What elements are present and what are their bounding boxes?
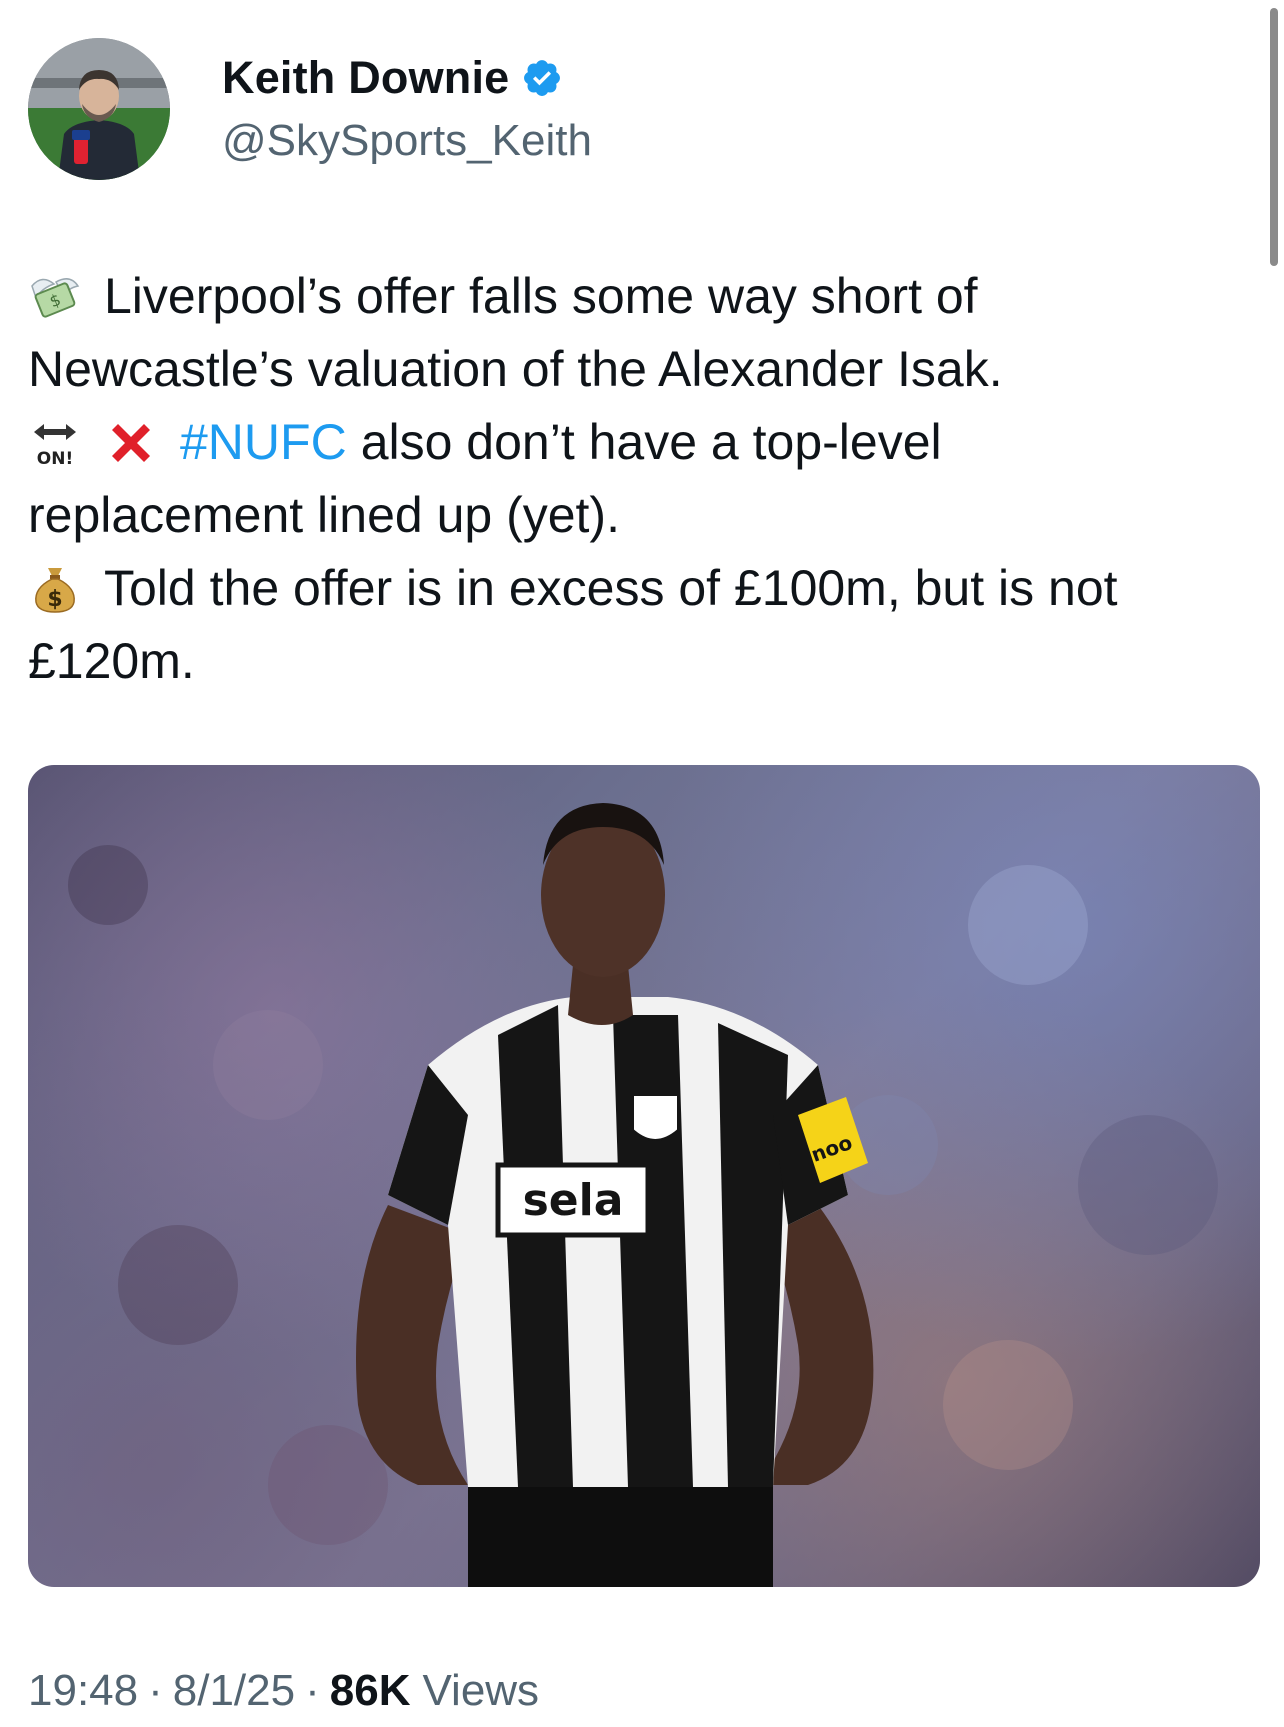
tweet-line: $ Told the offer is in excess of £100m, … — [28, 552, 1248, 625]
tweet-text: $ Liverpool’s offer falls some way short… — [28, 260, 1248, 698]
tweet-line: replacement lined up (yet). — [28, 487, 620, 543]
tweet-header: Keith Downie @SkySports_Keith — [28, 38, 592, 180]
money-bag-icon: $ — [28, 562, 82, 616]
hashtag-link[interactable]: #NUFC — [180, 406, 347, 479]
views-count[interactable]: 86K — [330, 1666, 411, 1716]
scrollbar[interactable] — [1270, 8, 1278, 266]
verified-badge-icon — [521, 57, 563, 99]
money-with-wings-icon: $ — [28, 270, 82, 324]
svg-text:$: $ — [47, 587, 62, 612]
meta-separator: · — [305, 1666, 320, 1715]
cross-mark-icon — [104, 416, 158, 470]
tweet-time[interactable]: 19:48 — [28, 1666, 138, 1716]
tweet-line: $ Liverpool’s offer falls some way short… — [28, 260, 1248, 333]
meta-separator: · — [148, 1666, 163, 1715]
tweet-meta: 19:48 · 8/1/25 · 86K Views — [28, 1666, 539, 1716]
tweet-line: Newcastle’s valuation of the Alexander I… — [28, 341, 1003, 397]
tweet-photo[interactable]: noo sela — [28, 765, 1260, 1587]
avatar[interactable] — [28, 38, 170, 180]
display-name[interactable]: Keith Downie — [222, 52, 509, 104]
views-label: Views — [422, 1666, 540, 1715]
tweet-line: ON! #NUFC also don’t have a top-level — [28, 406, 1248, 479]
svg-text:ON!: ON! — [37, 449, 73, 469]
on-arrow-icon: ON! — [28, 416, 82, 470]
tweet-line: £120m. — [28, 633, 195, 689]
user-handle[interactable]: @SkySports_Keith — [222, 116, 592, 166]
tweet-date[interactable]: 8/1/25 — [173, 1666, 295, 1716]
svg-text:sela: sela — [523, 1175, 624, 1226]
